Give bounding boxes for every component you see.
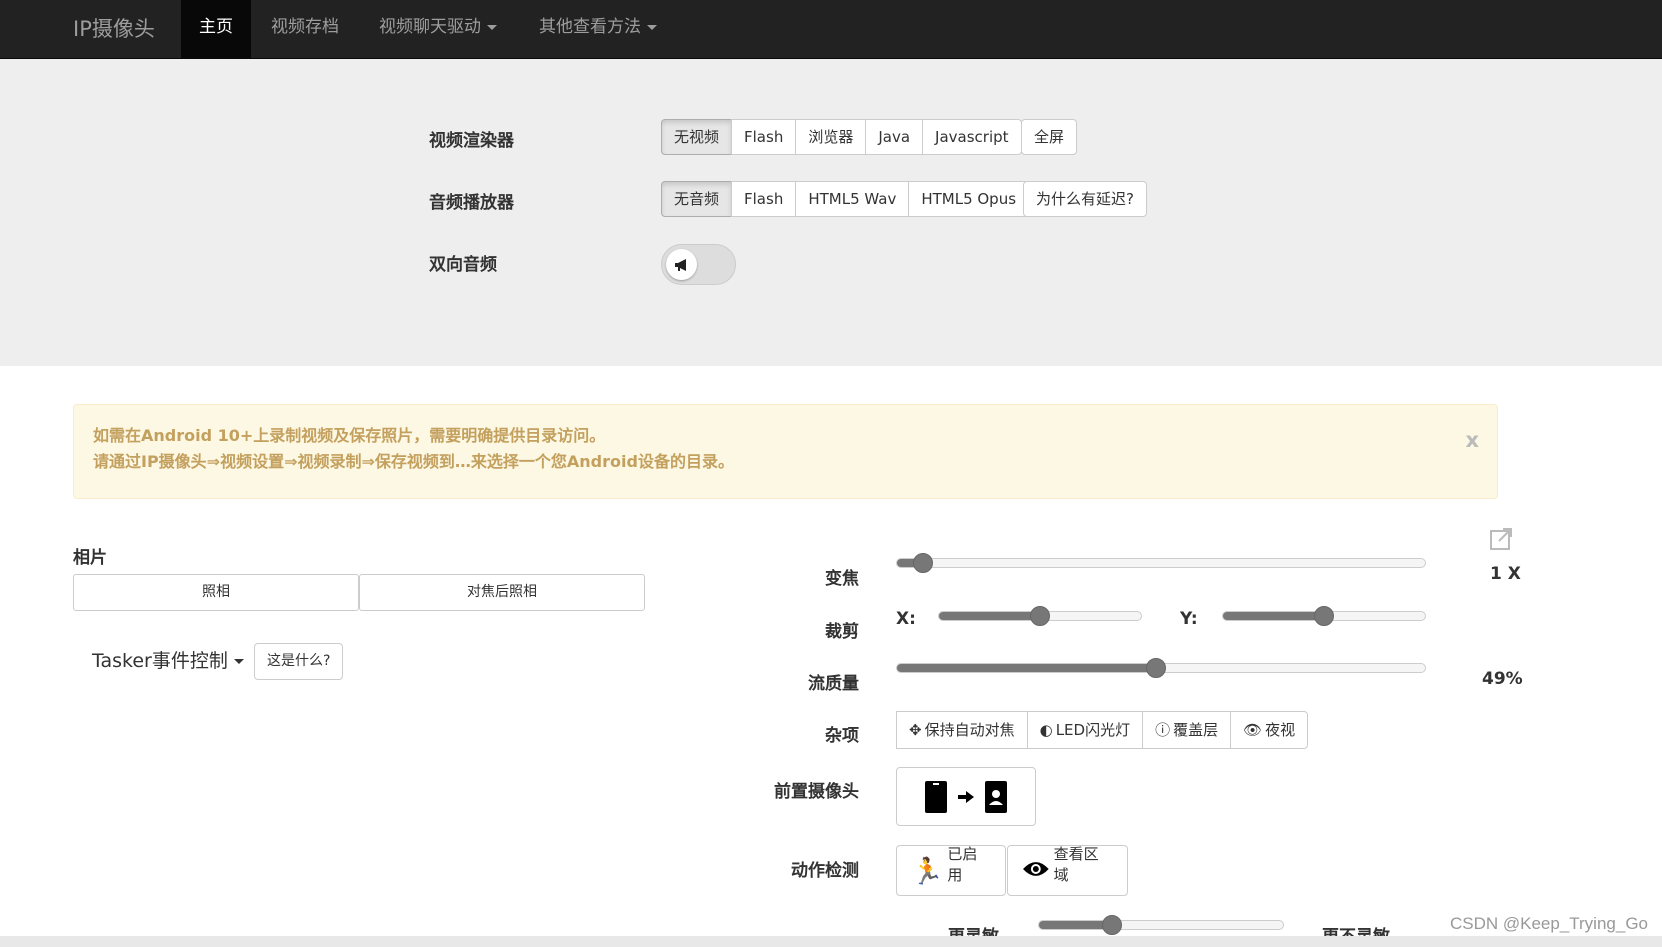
view-area-label: 查看区域 (1053, 845, 1099, 884)
quality-slider-fill (897, 664, 1156, 672)
quality-label: 流质量 (808, 674, 859, 694)
nav-video-archive[interactable]: 视频存档 (271, 0, 339, 58)
zoom-slider[interactable] (896, 553, 1426, 573)
crop-x-slider-handle[interactable] (1030, 606, 1050, 626)
tasker-label: Tasker事件控制 (92, 650, 228, 672)
motion-enabled-button[interactable]: 🏃 已启用 (896, 845, 1006, 896)
info-icon: ⓘ (1155, 721, 1171, 739)
keep-autofocus-button[interactable]: ✥ 保持自动对焦 (896, 711, 1028, 749)
renderer-option-java[interactable]: Java (865, 119, 924, 155)
crosshair-icon: ✥ (909, 721, 922, 739)
chevron-down-icon (647, 24, 657, 30)
nav-home[interactable]: 主页 (181, 0, 251, 58)
led-flash-button[interactable]: ◐ LED闪光灯 (1026, 711, 1144, 749)
crop-x-label: X: (896, 609, 916, 629)
megaphone-icon (674, 258, 686, 271)
night-vision-button[interactable]: 👁 夜视 (1230, 711, 1309, 749)
watermark: CSDN @Keep_Trying_Go (1449, 914, 1648, 933)
zoom-value: 1 X (1490, 564, 1521, 584)
tasker-dropdown[interactable]: Tasker事件控制 (92, 646, 244, 673)
quality-value: 49% (1482, 669, 1523, 689)
keep-autofocus-label: 保持自动对焦 (924, 721, 1015, 739)
sensitivity-less-label: 更不灵敏 (1322, 922, 1390, 936)
photo-title: 相片 (73, 548, 107, 568)
renderer-option-flash[interactable]: Flash (731, 119, 797, 155)
crop-x-slider[interactable] (938, 606, 1142, 626)
crop-y-slider[interactable] (1222, 606, 1426, 626)
quality-slider-handle[interactable] (1145, 658, 1166, 678)
renderer-option-none[interactable]: 无视频 (661, 119, 733, 155)
phone-back-icon (925, 780, 947, 813)
twoway-audio-label: 双向音频 (429, 255, 497, 275)
crop-y-slider-handle[interactable] (1314, 606, 1334, 626)
tasker-help-button[interactable]: 这是什么? (254, 643, 344, 680)
crop-y-label: Y: (1180, 609, 1198, 629)
motion-enabled-label: 已启用 (947, 845, 978, 884)
crop-y-slider-fill (1223, 612, 1324, 620)
zoom-label: 变焦 (825, 569, 859, 589)
bottom-scrollbar[interactable] (0, 936, 1662, 947)
alert-line-1: 如需在Android 10+上录制视频及保存照片，需要明确提供目录访问。 (93, 426, 606, 445)
external-link-icon[interactable] (1489, 527, 1513, 551)
audio-button-group: 无音频 Flash HTML5 Wav HTML5 Opus (661, 181, 1030, 217)
arrow-right-icon (958, 790, 974, 803)
close-icon[interactable]: x (1465, 427, 1479, 453)
nav-video-chat-driver[interactable]: 视频聊天驱动 (379, 0, 497, 58)
toggle-knob (666, 249, 697, 280)
focus-photo-button[interactable]: 对焦后照相 (359, 574, 645, 611)
audio-option-flash[interactable]: Flash (731, 181, 797, 217)
quality-slider[interactable] (896, 658, 1426, 678)
renderer-option-javascript[interactable]: Javascript (922, 119, 1022, 155)
audio-option-none[interactable]: 无音频 (661, 181, 733, 217)
eye-icon (1022, 862, 1049, 876)
eye-icon: 👁 (1243, 721, 1263, 739)
audio-option-html5-wav[interactable]: HTML5 Wav (795, 181, 910, 217)
brand-logo[interactable]: IP摄像头 (73, 13, 155, 43)
nav-video-chat-driver-label: 视频聊天驱动 (379, 17, 481, 37)
sensitivity-slider[interactable] (1038, 915, 1284, 935)
take-photo-button[interactable]: 照相 (73, 574, 359, 611)
audio-label: 音频播放器 (429, 193, 514, 213)
overlay-button[interactable]: ⓘ 覆盖层 (1142, 711, 1232, 749)
android-directory-alert: 如需在Android 10+上录制视频及保存照片，需要明确提供目录访问。 请通过… (73, 404, 1498, 499)
misc-label: 杂项 (825, 726, 859, 746)
fullscreen-button[interactable]: 全屏 (1021, 119, 1078, 155)
night-vision-label: 夜视 (1265, 721, 1296, 739)
crop-label: 裁剪 (825, 622, 859, 642)
sensitivity-slider-handle[interactable] (1102, 915, 1123, 935)
sensitivity-more-label: 更灵敏 (948, 922, 999, 936)
view-area-button[interactable]: 查看区域 (1007, 845, 1128, 896)
phone-front-icon (985, 780, 1007, 813)
alert-line-2: 请通过IP摄像头⇒视频设置⇒视频录制⇒保存视频到…来选择一个您Android设备… (93, 452, 734, 471)
chevron-down-icon (233, 659, 244, 664)
running-person-icon: 🏃 (911, 857, 944, 887)
front-camera-switch-button[interactable] (896, 767, 1036, 826)
nav-other-methods-label: 其他查看方法 (539, 17, 641, 37)
motion-detection-label: 动作检测 (791, 861, 859, 881)
renderer-button-group: 无视频 Flash 浏览器 Java Javascript (661, 119, 1022, 155)
chevron-down-icon (487, 24, 497, 30)
zoom-slider-handle[interactable] (913, 553, 934, 573)
renderer-option-browser[interactable]: 浏览器 (795, 119, 867, 155)
contrast-icon: ◐ (1039, 721, 1053, 739)
top-navbar: IP摄像头 主页 视频存档 视频聊天驱动 其他查看方法 (0, 0, 1662, 59)
led-flash-label: LED闪光灯 (1055, 721, 1131, 739)
audio-option-html5-opus[interactable]: HTML5 Opus (908, 181, 1030, 217)
misc-button-group: ✥ 保持自动对焦 ◐ LED闪光灯 ⓘ 覆盖层 👁 夜视 (896, 711, 1309, 749)
overlay-label: 覆盖层 (1173, 721, 1219, 739)
renderer-label: 视频渲染器 (429, 131, 514, 151)
nav-other-methods[interactable]: 其他查看方法 (539, 0, 657, 58)
why-delay-button[interactable]: 为什么有延迟? (1023, 181, 1147, 217)
crop-x-slider-fill (939, 612, 1040, 620)
twoway-audio-toggle[interactable] (661, 244, 736, 285)
front-camera-label: 前置摄像头 (774, 782, 859, 802)
